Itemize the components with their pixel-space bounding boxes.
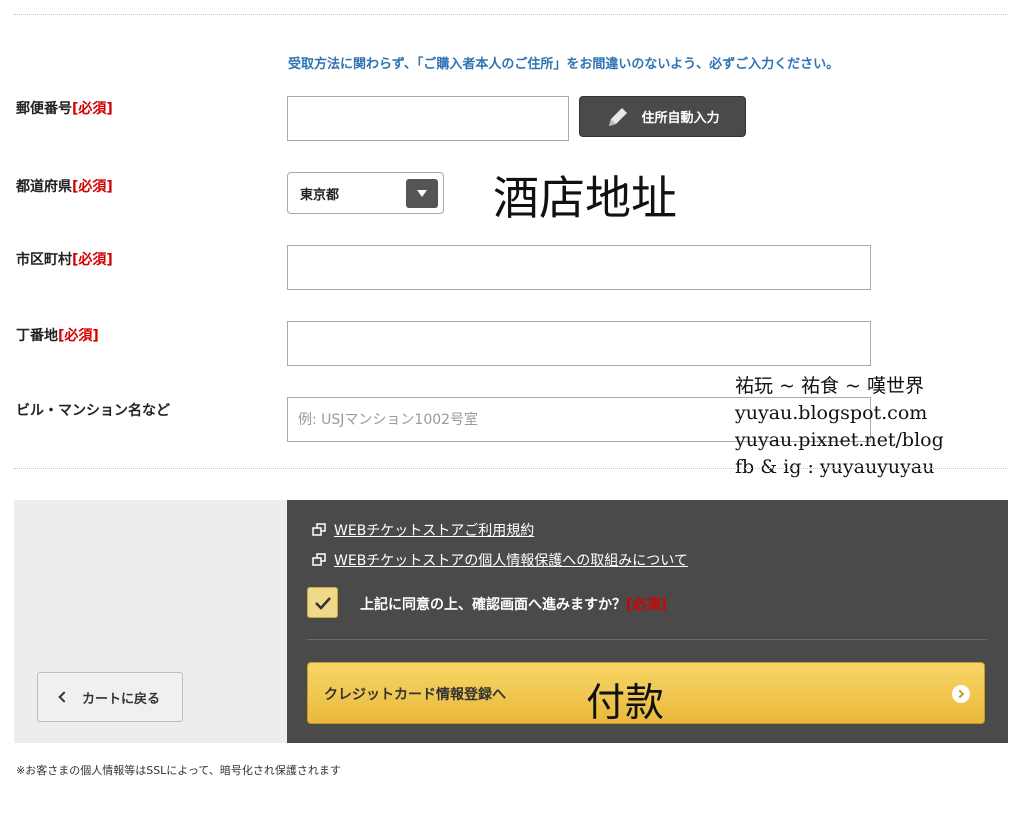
street-label: 丁番地[必須] bbox=[16, 325, 99, 345]
required-tag: [必須] bbox=[58, 328, 99, 344]
privacy-link-text: WEBチケットストアの個人情報保護への取組みについて bbox=[334, 553, 688, 569]
city-input[interactable] bbox=[287, 245, 871, 290]
prefecture-select[interactable]: 東京都 bbox=[287, 172, 444, 214]
agree-text: 上記に同意の上、確認画面へ進みますか？ bbox=[360, 597, 626, 613]
external-window-icon bbox=[312, 523, 326, 537]
auto-address-button[interactable]: 住所自動入力 bbox=[579, 96, 746, 137]
city-label-text: 市区町村 bbox=[16, 252, 72, 268]
street-input[interactable] bbox=[287, 321, 871, 366]
payment-annotation: 付款 bbox=[586, 681, 665, 726]
address-notice: 受取方法に関わらず、「ご購入者本人のご住所」をお間違いのないよう、必ずご入力くだ… bbox=[288, 57, 840, 72]
required-tag: [必須] bbox=[72, 252, 113, 268]
hotel-address-annotation: 酒店地址 bbox=[493, 171, 677, 225]
credit-card-next-button[interactable]: クレジットカード情報登録へ 付款 bbox=[307, 662, 985, 726]
city-label: 市区町村[必須] bbox=[16, 249, 113, 269]
postal-label: 郵便番号[必須] bbox=[16, 98, 113, 118]
required-tag: [必須] bbox=[72, 179, 113, 195]
street-label-text: 丁番地 bbox=[16, 328, 58, 344]
chevron-down-icon bbox=[406, 179, 438, 208]
panel-divider bbox=[307, 639, 987, 640]
arrow-right-circle-icon bbox=[952, 685, 970, 703]
top-divider bbox=[14, 14, 1008, 15]
prefecture-label-text: 都道府県 bbox=[16, 179, 72, 195]
building-label: ビル・マンション名など bbox=[16, 403, 170, 419]
postal-code-input[interactable] bbox=[287, 96, 569, 141]
watermark-line: yuyau.pixnet.net/blog bbox=[735, 429, 944, 451]
external-window-icon bbox=[312, 553, 326, 567]
postal-label-text: 郵便番号 bbox=[16, 101, 72, 117]
required-tag: [必須] bbox=[72, 101, 113, 117]
watermark-line: 祐玩 ~ 祐食 ~ 嘆世界 bbox=[735, 375, 924, 397]
credit-card-next-label: クレジットカード情報登録へ bbox=[324, 687, 506, 703]
check-icon bbox=[314, 596, 331, 610]
ssl-notice: ※お客さまの個人情報等はSSLによって、暗号化され保護されます bbox=[16, 764, 341, 777]
pencil-icon bbox=[605, 104, 631, 130]
section-divider bbox=[14, 468, 1008, 469]
prefecture-selected-value: 東京都 bbox=[300, 187, 340, 203]
privacy-link[interactable]: WEBチケットストアの個人情報保護への取組みについて bbox=[312, 550, 688, 570]
auto-address-label: 住所自動入力 bbox=[641, 111, 720, 126]
back-to-cart-label: カートに戻る bbox=[81, 691, 160, 707]
agree-label: 上記に同意の上、確認画面へ進みますか？[必須] bbox=[360, 594, 667, 614]
chevron-left-icon bbox=[58, 691, 70, 703]
terms-link-text: WEBチケットストアご利用規約 bbox=[334, 523, 535, 539]
back-to-cart-button[interactable]: カートに戻る bbox=[37, 672, 183, 722]
blog-watermark: 祐玩 ~ 祐食 ~ 嘆世界 yuyau.blogspot.com yuyau.p… bbox=[735, 373, 944, 481]
watermark-line: yuyau.blogspot.com bbox=[735, 402, 928, 424]
agree-required-tag: [必須] bbox=[626, 597, 667, 613]
agree-checkbox[interactable] bbox=[307, 587, 338, 618]
terms-link[interactable]: WEBチケットストアご利用規約 bbox=[312, 520, 534, 540]
prefecture-label: 都道府県[必須] bbox=[16, 176, 113, 196]
